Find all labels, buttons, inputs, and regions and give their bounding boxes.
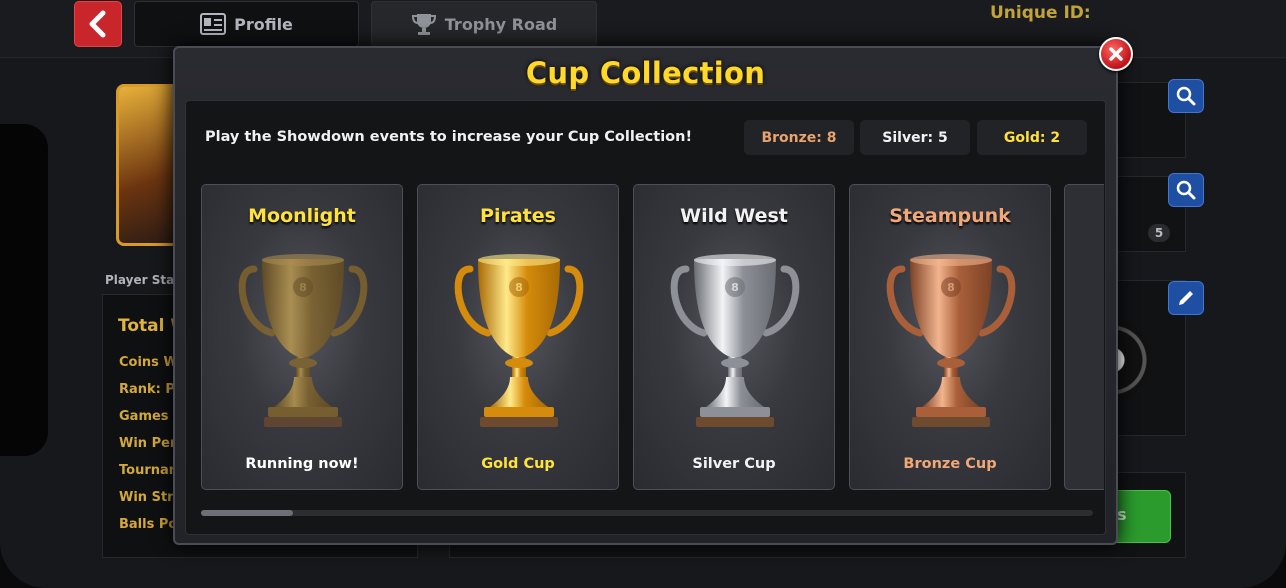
gold-count: Gold: 2 [977, 120, 1087, 155]
scrollbar-thumb[interactable] [201, 510, 293, 516]
stat-row: Win Per [119, 436, 177, 451]
tab-profile-label: Profile [234, 14, 293, 34]
device-notch [0, 124, 48, 456]
avatar[interactable] [116, 84, 180, 246]
pencil-icon [1179, 291, 1193, 305]
cup-card-status: Bronze Cup [903, 456, 997, 472]
instruction-text: Play the Showdown events to increase you… [205, 129, 693, 145]
stat-row: Rank: Pr [119, 382, 182, 397]
edit-button[interactable] [1168, 281, 1204, 315]
trophy-icon [411, 14, 436, 35]
horizontal-scrollbar[interactable] [201, 510, 1093, 516]
trophy-icon: 8 [670, 254, 800, 427]
dialog-title: Cup Collection [525, 56, 766, 90]
silver-count: Silver: 5 [860, 120, 970, 155]
chevron-left-icon [89, 10, 106, 38]
cup-card-status: Gold Cup [481, 456, 555, 472]
badge-count: 5 [1148, 224, 1170, 242]
svg-text:8: 8 [299, 281, 307, 294]
green-button-label: s [1117, 505, 1127, 524]
search-icon [1176, 180, 1196, 200]
profile-card-icon [200, 13, 227, 35]
stat-row: Coins W [119, 355, 178, 370]
cup-card-partial[interactable] [1064, 184, 1104, 490]
back-button[interactable] [74, 1, 122, 47]
player-stats-label: Player Stat [105, 273, 180, 287]
search-button[interactable] [1168, 173, 1204, 207]
cup-card-moonlight[interactable]: Moonlight 8 Running now! [201, 184, 403, 490]
trophy-icon: 8 [886, 254, 1016, 427]
svg-text:8: 8 [947, 281, 955, 294]
cup-card-status: Running now! [245, 456, 359, 472]
tab-trophy-road[interactable]: Trophy Road [371, 1, 597, 47]
cup-card-pirates[interactable]: Pirates 8 Gold Cup [417, 184, 619, 490]
stat-row: Balls Po [119, 517, 178, 532]
tab-profile[interactable]: Profile [134, 1, 359, 47]
search-button[interactable] [1168, 79, 1204, 113]
cup-card-name: Steampunk [889, 205, 1011, 227]
cup-card-status: Silver Cup [692, 456, 776, 472]
cup-card-name: Wild West [680, 205, 788, 227]
green-action-button[interactable]: s [1110, 490, 1171, 543]
tab-trophy-road-label: Trophy Road [444, 14, 558, 34]
cup-card-name: Moonlight [248, 205, 356, 227]
unique-id-label: Unique ID: [990, 3, 1091, 23]
close-icon [1109, 47, 1123, 61]
svg-text:8: 8 [731, 281, 739, 294]
bronze-count: Bronze: 8 [744, 120, 854, 155]
cup-card-name: Pirates [480, 205, 556, 227]
close-button[interactable] [1099, 37, 1133, 71]
stat-row: Tournar [119, 463, 176, 478]
search-icon [1176, 86, 1196, 106]
svg-text:8: 8 [515, 281, 523, 294]
trophy-icon: 8 [454, 254, 584, 427]
trophy-icon: 8 [238, 254, 368, 427]
cup-card-steampunk[interactable]: Steampunk 8 Bronze Cup [849, 184, 1051, 490]
cup-card-wild-west[interactable]: Wild West 8 Silver Cup [633, 184, 835, 490]
